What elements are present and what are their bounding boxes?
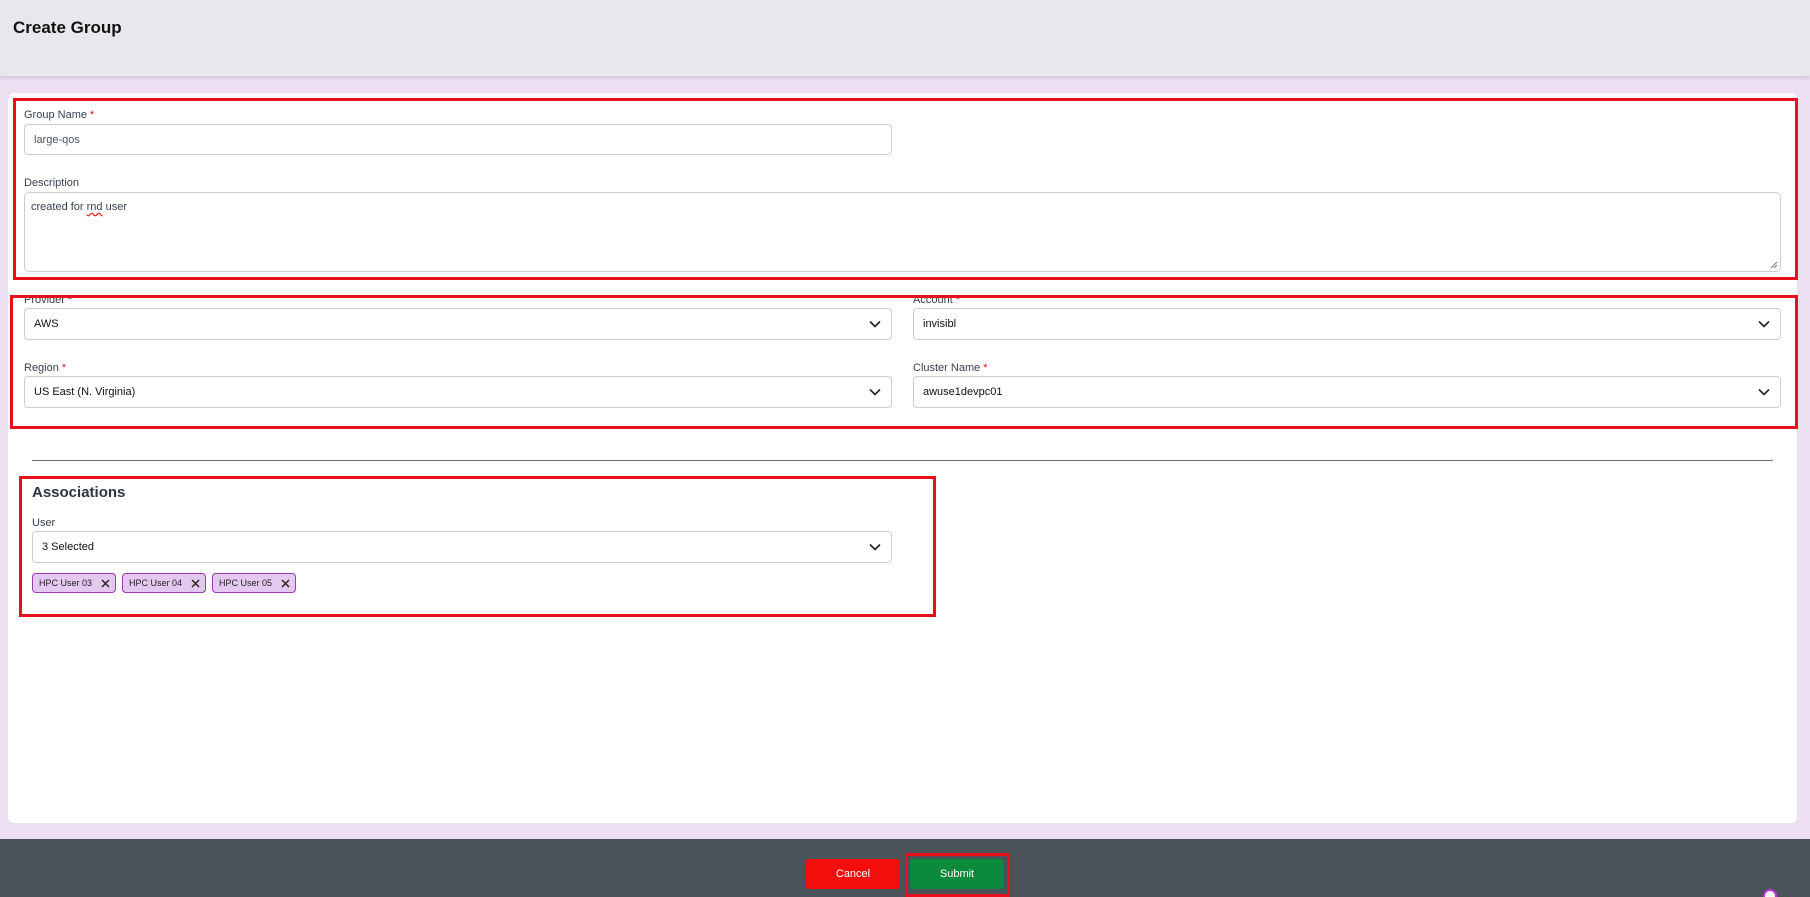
provider-value: AWS: [34, 318, 59, 330]
help-icon[interactable]: [1763, 889, 1777, 897]
description-text-suffix: user: [102, 201, 128, 213]
user-chip-label: HPC User 03: [39, 578, 93, 588]
required-mark: *: [61, 362, 67, 374]
chevron-down-icon: [868, 317, 882, 331]
chevron-down-icon: [1757, 317, 1771, 331]
required-mark: *: [955, 294, 961, 306]
chevron-down-icon: [1757, 385, 1771, 399]
region-select[interactable]: US East (N. Virginia): [24, 376, 892, 408]
provider-label-text: Provider: [24, 294, 65, 306]
group-name-input[interactable]: large-qos: [24, 124, 892, 155]
user-select[interactable]: 3 Selected: [32, 531, 892, 563]
close-icon[interactable]: [280, 578, 290, 588]
description-text-prefix: created for: [31, 201, 87, 213]
cluster-name-label: Cluster Name *: [913, 362, 988, 374]
footer-bar: [0, 839, 1810, 897]
provider-select[interactable]: AWS: [24, 308, 892, 340]
user-label: User: [32, 517, 56, 529]
region-label: Region *: [24, 362, 66, 374]
account-value: invisibl: [923, 318, 957, 330]
cluster-name-value: awuse1devpc01: [923, 386, 1003, 398]
section-divider: [32, 460, 1773, 461]
provider-label: Provider *: [24, 294, 72, 306]
close-icon[interactable]: [190, 578, 200, 588]
cancel-button[interactable]: Cancel: [806, 859, 900, 889]
associations-title: Associations: [32, 484, 126, 501]
account-label: Account *: [913, 294, 960, 306]
cluster-name-label-text: Cluster Name: [913, 362, 981, 374]
user-chip: HPC User 05: [212, 573, 297, 593]
chevron-down-icon: [868, 385, 882, 399]
resize-grip-icon[interactable]: [1770, 261, 1778, 269]
close-icon[interactable]: [100, 578, 110, 588]
description-misspelled-word: rnd: [86, 201, 103, 213]
user-chip-label: HPC User 05: [219, 578, 273, 588]
region-value: US East (N. Virginia): [34, 386, 136, 398]
user-chip: HPC User 04: [122, 573, 207, 593]
submit-button[interactable]: Submit: [910, 859, 1004, 889]
account-label-text: Account: [913, 294, 953, 306]
account-select[interactable]: invisibl: [913, 308, 1781, 340]
description-textarea[interactable]: created for rnd user: [24, 192, 1781, 272]
required-mark: *: [983, 362, 988, 374]
required-mark: *: [89, 109, 95, 121]
user-select-value: 3 Selected: [42, 541, 94, 553]
page-title: Create Group: [13, 18, 122, 37]
cluster-name-select[interactable]: awuse1devpc01: [913, 376, 1781, 408]
description-label: Description: [24, 177, 80, 189]
page-header: Create Group: [0, 0, 1810, 76]
group-name-label: Group Name *: [24, 109, 94, 121]
user-chip-label: HPC User 04: [129, 578, 183, 588]
chevron-down-icon: [868, 540, 882, 554]
required-mark: *: [67, 294, 73, 306]
region-label-text: Region: [24, 362, 59, 374]
group-name-label-text: Group Name: [24, 109, 87, 121]
user-chip: HPC User 03: [32, 573, 117, 593]
